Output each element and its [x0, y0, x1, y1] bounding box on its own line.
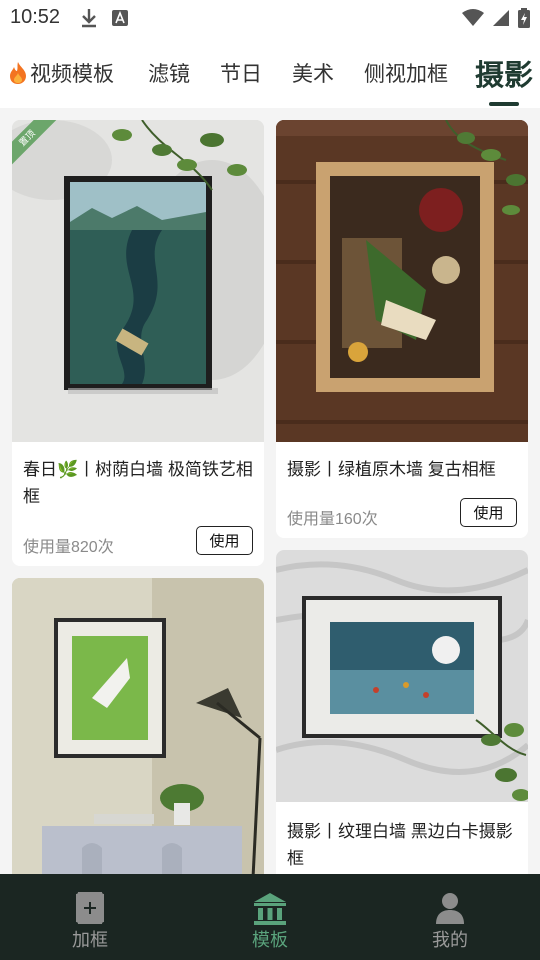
battery-icon	[518, 8, 530, 28]
text-input-icon	[112, 10, 128, 26]
tab-side-frame[interactable]: 侧视加框	[364, 58, 448, 88]
tab-filter[interactable]: 滤镜	[148, 58, 190, 88]
template-card[interactable]: 摄影丨纹理白墙 黑边白卡摄影框	[276, 550, 528, 874]
tab-label: 视频模板	[30, 63, 114, 86]
tab-photography[interactable]: 摄影	[475, 52, 533, 94]
signal-icon	[493, 10, 509, 26]
nav-templates[interactable]: 模板	[180, 874, 360, 960]
fire-icon	[8, 62, 28, 87]
tab-art[interactable]: 美术	[292, 58, 334, 88]
usage-count: 使用量820次	[23, 539, 114, 556]
use-button[interactable]: 使用	[460, 498, 517, 527]
nav-label: 加框	[72, 930, 108, 950]
template-feed[interactable]: 置顶 春日🌿丨树荫白墙 极简铁艺相框 使用量820次 使用 摄影丨绿植原木墙 复…	[0, 108, 540, 874]
category-tab-bar: 视频模板 滤镜 节日 美术 侧视加框 摄影	[0, 36, 540, 108]
card-title: 摄影丨纹理白墙 黑边白卡摄影框	[287, 822, 513, 868]
download-icon	[82, 9, 96, 28]
status-time: 10:52	[10, 6, 61, 28]
card-title: 摄影丨绿植原木墙 复古相框	[287, 460, 496, 479]
nav-profile[interactable]: 我的	[360, 874, 540, 960]
nav-label: 我的	[432, 930, 468, 950]
usage-count: 使用量160次	[287, 511, 378, 528]
template-card[interactable]: 摄影丨绿植原木墙 复古相框 使用量160次 使用	[276, 120, 528, 538]
template-icon	[254, 893, 286, 925]
wifi-icon	[462, 9, 484, 26]
card-title: 春日🌿丨树荫白墙 极简铁艺相框	[23, 460, 253, 506]
person-icon	[436, 893, 464, 924]
template-preview-image	[276, 550, 528, 802]
nav-label: 模板	[252, 930, 288, 950]
template-card[interactable]	[12, 578, 264, 874]
tab-holiday[interactable]: 节日	[220, 58, 262, 88]
use-button[interactable]: 使用	[196, 526, 253, 555]
template-preview-image	[12, 578, 264, 874]
status-bar: 10:52	[0, 0, 540, 36]
nav-add-frame[interactable]: 加框	[0, 874, 180, 960]
template-preview-image	[276, 120, 528, 442]
active-tab-indicator	[489, 102, 519, 106]
frame-add-icon	[74, 890, 106, 926]
template-card[interactable]: 置顶 春日🌿丨树荫白墙 极简铁艺相框 使用量820次 使用	[12, 120, 264, 566]
template-preview-image	[12, 120, 264, 442]
bottom-navigation: 加框 模板 我的	[0, 874, 540, 960]
tab-video-template[interactable]: 视频模板	[8, 58, 114, 88]
